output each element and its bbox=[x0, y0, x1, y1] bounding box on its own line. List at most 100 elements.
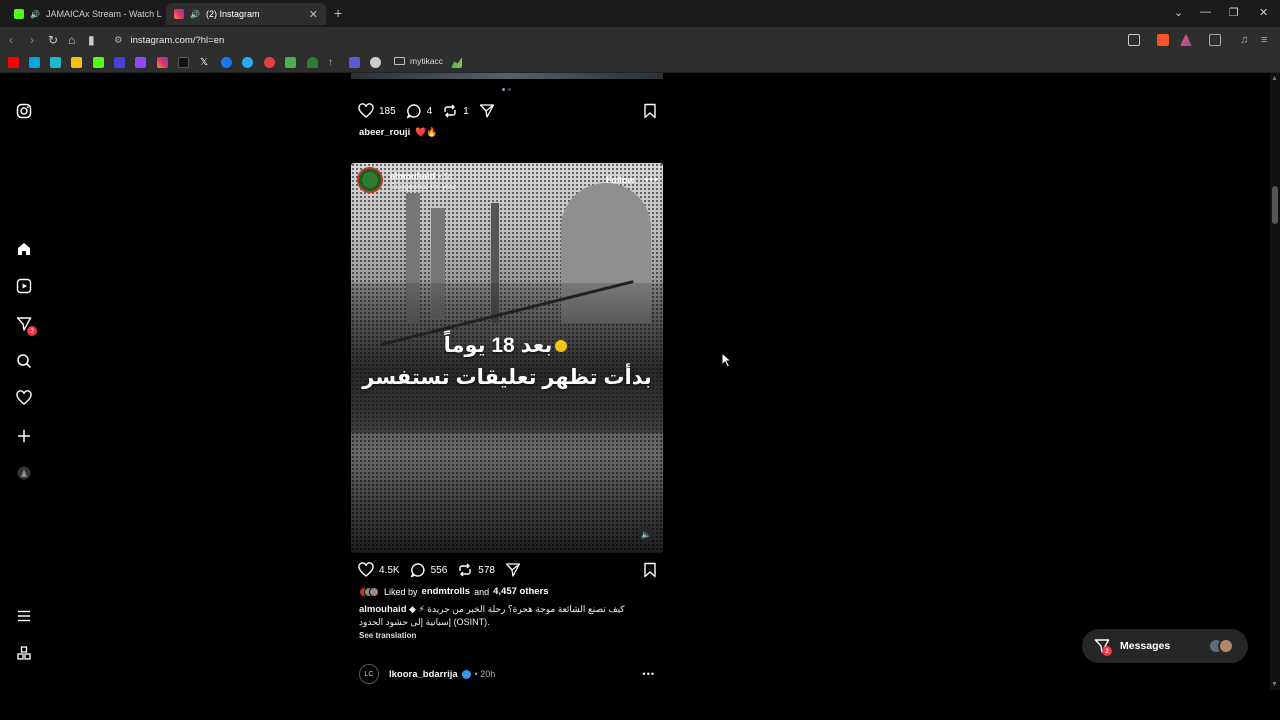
sidebar-toggle-icon[interactable] bbox=[1209, 34, 1221, 46]
liked-by-others[interactable]: 4,457 others bbox=[493, 586, 548, 597]
minimize-icon[interactable]: — bbox=[1200, 6, 1211, 18]
post2-repost-button[interactable]: 578 bbox=[457, 562, 495, 578]
post1-save-button[interactable] bbox=[642, 103, 658, 119]
youtube-icon[interactable] bbox=[8, 57, 19, 68]
notifications-heart-icon[interactable] bbox=[16, 390, 32, 406]
nord-icon[interactable] bbox=[114, 57, 125, 68]
x-icon[interactable]: 𝕏 bbox=[200, 57, 211, 68]
post2-save-button[interactable] bbox=[642, 562, 658, 578]
reload-icon[interactable]: ↻ bbox=[48, 33, 58, 47]
telegram-icon[interactable] bbox=[242, 57, 253, 68]
scrollbar-thumb[interactable] bbox=[1272, 186, 1278, 224]
restore-icon[interactable]: ❐ bbox=[1229, 6, 1239, 19]
prime-video-icon[interactable] bbox=[29, 57, 40, 68]
heart-icon bbox=[358, 562, 374, 577]
stats-icon[interactable] bbox=[451, 57, 462, 68]
repost-count: 578 bbox=[478, 564, 495, 576]
repost-icon bbox=[459, 563, 471, 577]
comment-icon bbox=[410, 563, 425, 578]
bookmark-page-icon[interactable]: ▮ bbox=[88, 33, 95, 47]
search-icon[interactable] bbox=[16, 353, 32, 369]
follow-button[interactable]: Follow bbox=[606, 175, 635, 185]
messages-button[interactable]: 2 Messages bbox=[1082, 629, 1248, 663]
see-translation-link[interactable]: See translation bbox=[359, 631, 416, 640]
url-text: instagram.com/?hl=en bbox=[130, 34, 225, 46]
post1-caption-user[interactable]: abeer_rouji bbox=[359, 127, 410, 138]
scroll-up-icon[interactable]: ▲ bbox=[1271, 75, 1278, 82]
bookmark-yellow-icon[interactable] bbox=[71, 57, 82, 68]
tiktok-icon[interactable] bbox=[178, 57, 189, 68]
home-nav-icon[interactable] bbox=[16, 241, 32, 257]
speaker-icon: 🔊 bbox=[30, 9, 40, 19]
back-icon[interactable]: ‹ bbox=[9, 33, 13, 47]
post2-media[interactable]: بعد 18 يوماً بدأت تظهر تعليقات تستفسر bbox=[351, 163, 663, 553]
comment-count: 4 bbox=[426, 105, 433, 117]
meta-apps-icon[interactable] bbox=[16, 645, 32, 661]
post3-avatar[interactable]: LC bbox=[359, 664, 379, 684]
folder-icon bbox=[394, 57, 405, 65]
overlay-headline-line1: بعد 18 يوماً bbox=[351, 333, 663, 358]
like-count: 4.5K bbox=[379, 564, 400, 576]
forward-icon[interactable]: › bbox=[30, 33, 34, 47]
new-tab-button[interactable]: + bbox=[334, 5, 342, 21]
brave-shield-icon[interactable] bbox=[1157, 34, 1169, 46]
overlay-line1-text: بعد 18 يوماً bbox=[443, 334, 553, 357]
liked-by-and: and bbox=[474, 586, 490, 597]
create-plus-icon[interactable] bbox=[16, 428, 32, 444]
message-avatars bbox=[1208, 638, 1234, 654]
scroll-down-icon[interactable]: ▼ bbox=[1271, 681, 1278, 688]
menu-icon[interactable]: ≡ bbox=[1261, 34, 1273, 46]
post2-like-button[interactable]: 4.5K bbox=[358, 562, 400, 578]
reels-icon[interactable] bbox=[16, 278, 32, 294]
url-field[interactable]: ⚙ instagram.com/?hl=en bbox=[108, 31, 1118, 49]
post2-avatar[interactable] bbox=[357, 167, 383, 193]
bookmark-icon bbox=[644, 103, 656, 119]
speaker-icon: 🔊 bbox=[190, 9, 200, 19]
liked-by-user[interactable]: endmtrolls bbox=[422, 586, 471, 597]
post2-more-icon[interactable]: ••• bbox=[644, 174, 659, 186]
brave-rewards-icon[interactable] bbox=[1180, 34, 1192, 46]
tab-jamaicax[interactable]: 🔊 JAMAICAx Stream - Watch Live o bbox=[6, 3, 162, 25]
profile-avatar-icon[interactable] bbox=[16, 465, 32, 481]
messages-badge: 2 bbox=[27, 326, 37, 336]
post1-comment-button[interactable]: 4 bbox=[406, 103, 433, 119]
crowd-shape bbox=[351, 283, 663, 433]
site-info-icon[interactable]: ⚙ bbox=[114, 35, 123, 46]
twitch-icon[interactable] bbox=[135, 57, 146, 68]
instagram-page: 2 185 4 1 abeer_rouji ❤️🔥 بعد 18 يوماً ب… bbox=[0, 73, 1280, 690]
tab-instagram[interactable]: 🔊 (2) Instagram ✕ bbox=[166, 3, 326, 25]
post2-caption-user[interactable]: almouhaid bbox=[359, 604, 407, 615]
instagram-bookmark-icon[interactable] bbox=[157, 57, 168, 68]
bookmark-folder-mytikacc[interactable]: mytikacc bbox=[394, 56, 443, 66]
media-icon[interactable]: ♫ bbox=[1240, 34, 1252, 46]
post3-username[interactable]: lkoora_bdarrija bbox=[389, 669, 458, 680]
cast-icon[interactable] bbox=[1128, 34, 1140, 46]
post2-share-button[interactable] bbox=[505, 562, 521, 578]
chrome-icon[interactable] bbox=[370, 57, 381, 68]
post1-repost-button[interactable]: 1 bbox=[442, 103, 469, 119]
previous-post-media[interactable] bbox=[351, 73, 663, 79]
page-scrollbar[interactable]: ▲ ▼ bbox=[1270, 73, 1280, 690]
window-close-icon[interactable]: ✕ bbox=[1259, 6, 1268, 19]
bottom-black-bar bbox=[0, 690, 1280, 720]
chess-icon[interactable] bbox=[307, 57, 318, 68]
more-menu-icon[interactable] bbox=[16, 608, 32, 624]
post1-like-button[interactable]: 185 bbox=[358, 103, 396, 119]
reddit-icon[interactable] bbox=[264, 57, 275, 68]
post2-username[interactable]: almouhaid bbox=[390, 171, 435, 181]
post2-comment-button[interactable]: 556 bbox=[410, 562, 447, 578]
tv-icon[interactable] bbox=[349, 57, 360, 68]
tab-search-icon[interactable]: ⌄ bbox=[1174, 6, 1183, 19]
kick-icon[interactable] bbox=[93, 57, 104, 68]
audio-toggle-icon[interactable]: 🔈 bbox=[638, 526, 654, 542]
up-arrow-icon[interactable]: ↑ bbox=[328, 57, 339, 68]
instagram-logo-icon[interactable] bbox=[16, 103, 32, 119]
perplexity-icon[interactable] bbox=[50, 57, 61, 68]
game-icon[interactable] bbox=[285, 57, 296, 68]
post3-more-icon[interactable]: ••• bbox=[643, 669, 655, 679]
facebook-icon[interactable] bbox=[221, 57, 232, 68]
home-icon[interactable]: ⌂ bbox=[68, 33, 75, 47]
messages-nav-icon[interactable]: 2 bbox=[16, 316, 37, 336]
post1-share-button[interactable] bbox=[479, 103, 495, 119]
close-tab-icon[interactable]: ✕ bbox=[309, 8, 318, 21]
